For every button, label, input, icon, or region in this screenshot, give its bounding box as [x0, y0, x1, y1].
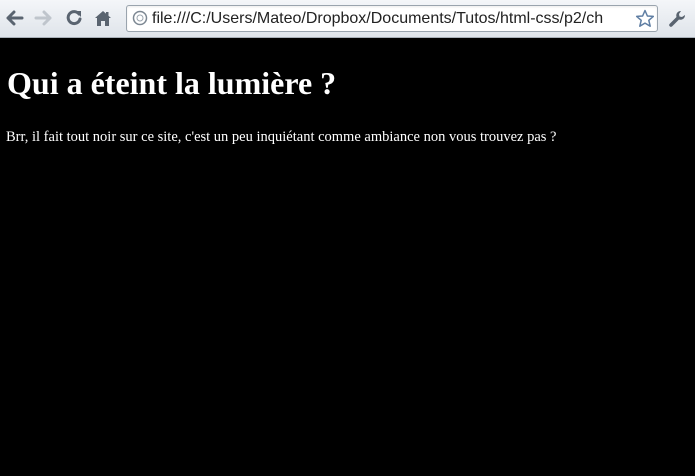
wrench-icon [669, 10, 686, 27]
page-viewport: Qui a éteint la lumière ? Brr, il fait t… [0, 39, 695, 476]
page-icon [132, 10, 148, 26]
page-paragraph: Brr, il fait tout noir sur ce site, c'es… [6, 129, 557, 145]
back-arrow-icon [6, 10, 24, 26]
address-bar[interactable]: file:///C:/Users/Mateo/Dropbox/Documents… [126, 5, 658, 32]
back-button[interactable] [3, 5, 27, 31]
star-icon[interactable] [635, 9, 655, 28]
browser-toolbar: file:///C:/Users/Mateo/Dropbox/Documents… [0, 0, 695, 38]
settings-menu-button[interactable] [665, 7, 689, 31]
home-button[interactable] [91, 5, 115, 31]
home-icon [95, 10, 111, 26]
forward-arrow-icon [34, 10, 52, 26]
reload-icon [66, 10, 82, 26]
reload-button[interactable] [62, 5, 86, 31]
page-heading: Qui a éteint la lumière ? [7, 65, 337, 101]
url-text[interactable]: file:///C:/Users/Mateo/Dropbox/Documents… [152, 6, 631, 31]
forward-button[interactable] [31, 5, 55, 31]
